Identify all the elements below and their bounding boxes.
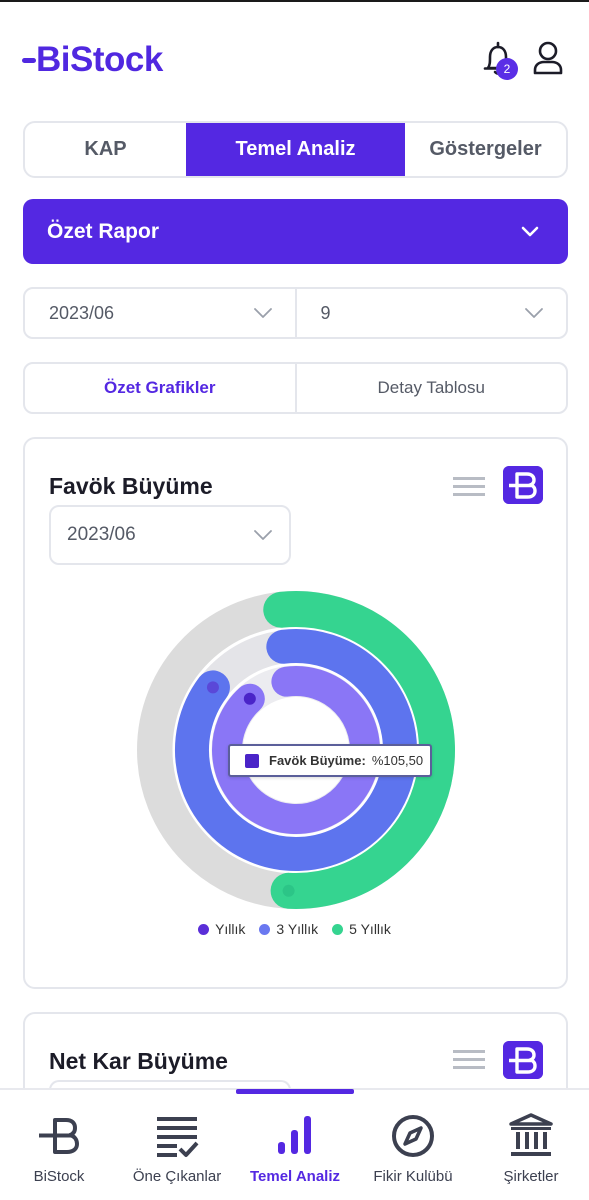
list-check-icon — [157, 1117, 199, 1157]
chevron-down-icon — [521, 226, 539, 237]
nav-sirketler[interactable]: Şirketler — [472, 1112, 589, 1192]
nav-label: Fikir Kulübü — [373, 1168, 453, 1185]
notification-badge: 2 — [496, 58, 518, 80]
legend-item-5-yillik[interactable]: 5 Yıllık — [332, 921, 391, 937]
nav-one-cikanlar[interactable]: Öne Çıkanlar — [118, 1112, 236, 1192]
bistock-b-icon[interactable] — [503, 466, 543, 504]
nav-label: Şirketler — [503, 1168, 559, 1185]
user-icon[interactable] — [532, 40, 564, 76]
legend-label: Yıllık — [215, 921, 246, 937]
legend-item-3-yillik[interactable]: 3 Yıllık — [259, 921, 318, 937]
card-year-select[interactable]: 2023/06 — [49, 505, 291, 565]
view-tabs: Özet Grafikler Detay Tablosu — [23, 362, 568, 414]
tooltip-value: %105,50 — [371, 753, 424, 768]
card-title: Net Kar Büyüme — [49, 1048, 228, 1074]
bistock-b-icon[interactable] — [503, 1041, 543, 1079]
main-tabs: KAP Temel Analiz Göstergeler — [23, 121, 568, 178]
active-tab-indicator — [236, 1089, 354, 1094]
legend-dot — [332, 923, 344, 935]
tab-kap[interactable]: KAP — [25, 123, 186, 176]
bar-chart-icon — [278, 1116, 311, 1154]
compass-icon — [392, 1115, 434, 1157]
hamburger-menu-icon[interactable] — [453, 475, 485, 499]
app-logo[interactable]: BiStock — [22, 38, 163, 82]
tab-detay-tablosu[interactable]: Detay Tablosu — [294, 364, 567, 412]
chart-legend: Yıllık 3 Yıllık 5 Yıllık — [0, 921, 589, 937]
bistock-icon — [39, 1118, 79, 1154]
bank-icon — [509, 1113, 553, 1156]
tab-gostergeler[interactable]: Göstergeler — [405, 123, 566, 176]
chevron-down-icon — [525, 308, 543, 318]
report-type-dropdown[interactable]: Özet Rapor — [23, 199, 568, 264]
legend-dot — [198, 923, 210, 935]
chart-card-favok: Favök Büyüme 2023/06 — [23, 437, 568, 989]
period-count-value: 9 — [320, 302, 331, 323]
card-title: Favök Büyüme — [49, 473, 213, 499]
nav-temel-analiz[interactable]: Temel Analiz — [236, 1112, 354, 1192]
legend-dot — [259, 923, 271, 935]
nav-label: Öne Çıkanlar — [132, 1168, 222, 1185]
card-year-value: 2023/06 — [67, 524, 136, 545]
legend-label: 3 Yıllık — [276, 921, 319, 937]
nav-fikir-kulubu[interactable]: Fikir Kulübü — [354, 1112, 472, 1192]
chevron-down-icon — [254, 530, 272, 540]
legend-label: 5 Yıllık — [349, 921, 391, 937]
period-selector: 2023/06 9 — [23, 287, 568, 339]
nav-label: Temel Analiz — [249, 1168, 341, 1185]
period-date-select[interactable]: 2023/06 — [25, 289, 295, 337]
tooltip-swatch — [245, 753, 259, 768]
tab-ozet-grafikler[interactable]: Özet Grafikler — [25, 364, 295, 412]
period-count-select[interactable]: 9 — [294, 289, 567, 337]
app-header: BiStock 2 — [0, 0, 589, 110]
tab-temel-analiz[interactable]: Temel Analiz — [186, 123, 405, 176]
logo-mark — [22, 40, 62, 80]
chevron-down-icon — [253, 308, 272, 318]
period-date-value: 2023/06 — [49, 302, 115, 323]
nav-bistock[interactable]: BiStock — [0, 1112, 118, 1192]
nav-label: BiStock — [33, 1168, 85, 1185]
tooltip-label: Favök Büyüme: — [269, 753, 366, 768]
report-type-label: Özet Rapor — [47, 219, 160, 243]
legend-item-yillik[interactable]: Yıllık — [198, 921, 245, 937]
chart-tooltip: Favök Büyüme: %105,50 — [228, 744, 432, 777]
hamburger-menu-icon[interactable] — [453, 1048, 485, 1072]
